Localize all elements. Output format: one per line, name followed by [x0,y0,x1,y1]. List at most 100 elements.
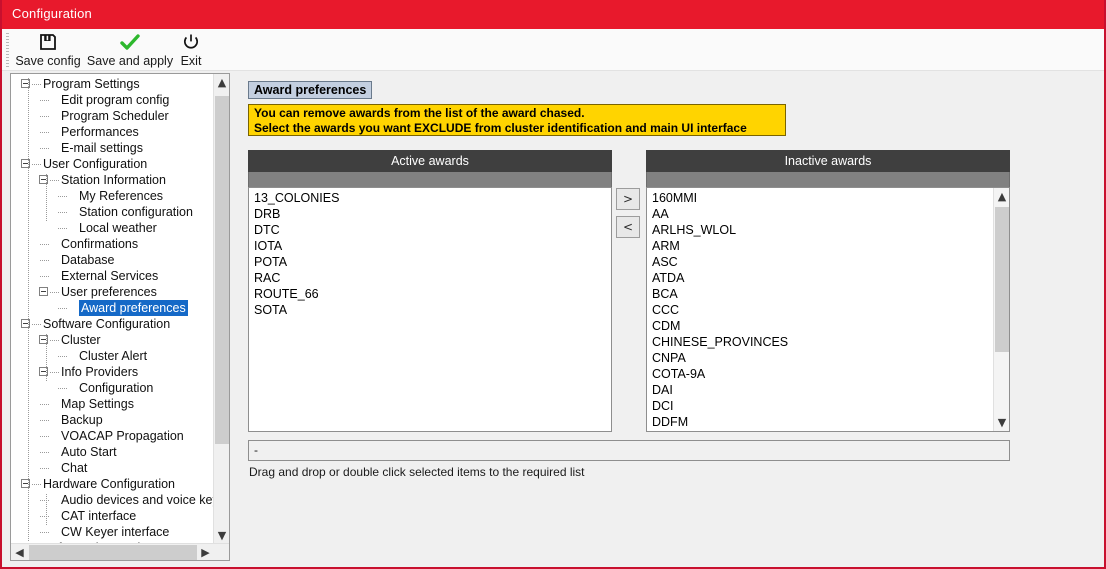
sidebar-item-map-settings[interactable]: Map Settings [15,396,211,412]
tree-connector [40,452,49,453]
inactive-awards-subbar [646,172,1010,187]
save-and-apply-button[interactable]: Save and apply [86,30,174,70]
sidebar-horizontal-scrollbar[interactable]: ◀ ▶ [11,543,229,560]
sidebar-item-cluster[interactable]: Cluster [15,332,211,348]
scroll-up-icon[interactable]: ▲ [214,74,229,91]
scroll-down-icon[interactable]: ▼ [214,527,229,544]
active-awards-subbar [248,172,612,187]
inactive-award-item[interactable]: AA [647,206,1009,222]
sidebar-item-software-configuration[interactable]: Software Configuration [15,316,211,332]
inactive-award-item[interactable]: DIA [647,430,1009,431]
sidebar-item-voacap-propagation[interactable]: VOACAP Propagation [15,428,211,444]
tree-connector [32,84,41,85]
inactive-award-item[interactable]: ASC [647,254,1009,270]
inactive-award-item[interactable]: COTA-9A [647,366,1009,382]
sidebar-item-hardware-configuration[interactable]: Hardware Configuration [15,476,211,492]
inactive-award-item[interactable]: DCI [647,398,1009,414]
tree-guide-line [46,494,47,526]
collapse-expander-icon[interactable] [39,287,48,296]
active-award-item[interactable]: DRB [249,206,611,222]
sidebar-item-cluster-alert[interactable]: Cluster Alert [15,348,211,364]
sidebar-hscroll-thumb[interactable] [29,545,197,560]
tree-guide-line [46,174,47,222]
sidebar-item-database[interactable]: Database [15,252,211,268]
sidebar-item-confirmations[interactable]: Confirmations [15,236,211,252]
sidebar-item-program-settings[interactable]: Program Settings [15,76,211,92]
toolbar: Save config Save and apply Exit [2,29,1104,71]
inactive-award-item[interactable]: ARM [647,238,1009,254]
sidebar-vscroll-thumb[interactable] [215,96,229,444]
scroll-up-icon[interactable]: ▲ [994,188,1009,205]
sidebar-item-external-services[interactable]: External Services [15,268,211,284]
sidebar-item-performances[interactable]: Performances [15,124,211,140]
sidebar-item-label: Program Settings [43,77,140,91]
sidebar-item-chat[interactable]: Chat [15,460,211,476]
tree-connector [40,404,49,405]
sidebar-item-label: Local weather [79,221,157,235]
inactive-award-item[interactable]: CNPA [647,350,1009,366]
inactive-award-item[interactable]: ARLHS_WLOL [647,222,1009,238]
move-right-button[interactable]: > [616,188,640,210]
scroll-left-icon[interactable]: ◀ [11,544,28,560]
sidebar-item-label: Backup [61,413,103,427]
sidebar-item-label: Cluster [61,333,101,347]
sidebar-item-configuration[interactable]: Configuration [15,380,211,396]
sidebar-item-my-references[interactable]: My References [15,188,211,204]
main-panel: Award preferences You can remove awards … [246,73,1102,563]
sidebar-item-station-configuration[interactable]: Station configuration [15,204,211,220]
sidebar-item-award-preferences[interactable]: Award preferences [15,300,211,316]
sidebar-item-user-configuration[interactable]: User Configuration [15,156,211,172]
inactive-award-item[interactable]: CCC [647,302,1009,318]
active-award-item[interactable]: SOTA [249,302,611,318]
active-award-item[interactable]: IOTA [249,238,611,254]
active-award-item[interactable]: RAC [249,270,611,286]
scroll-right-icon[interactable]: ▶ [197,544,214,560]
sidebar-item-label: User preferences [61,285,157,299]
sidebar-item-info-providers[interactable]: Info Providers [15,364,211,380]
sidebar-item-cat-interface[interactable]: CAT interface [15,508,211,524]
inactive-award-item[interactable]: 160MMI [647,190,1009,206]
sidebar-item-program-scheduler[interactable]: Program Scheduler [15,108,211,124]
tree-connector [40,100,49,101]
sidebar-item-label: User Configuration [43,157,148,171]
inactive-list-scroll-thumb[interactable] [995,207,1009,352]
tree-connector [58,356,67,357]
inactive-award-item[interactable]: DDFM [647,414,1009,430]
navigation-tree[interactable]: Program Settings Edit program config Progr… [10,73,230,561]
sidebar-item-e-mail-settings[interactable]: E-mail settings [15,140,211,156]
active-award-item[interactable]: POTA [249,254,611,270]
sidebar-item-cw-keyer-interface[interactable]: CW Keyer interface [15,524,211,540]
active-award-item[interactable]: DTC [249,222,611,238]
sidebar-item-auto-start[interactable]: Auto Start [15,444,211,460]
scroll-down-icon[interactable]: ▼ [994,414,1009,431]
notice-banner: You can remove awards from the list of t… [248,104,786,136]
sidebar-vertical-scrollbar[interactable]: ▲ ▼ [213,74,229,544]
green-check-icon [120,32,140,52]
inactive-award-item[interactable]: ATDA [647,270,1009,286]
active-award-item[interactable]: 13_COLONIES [249,190,611,206]
sidebar-item-label: VOACAP Propagation [61,429,184,443]
active-award-item[interactable]: ROUTE_66 [249,286,611,302]
tree-guide-line [28,78,29,542]
tree-connector [50,292,59,293]
inactive-award-item[interactable]: BCA [647,286,1009,302]
inactive-award-item[interactable]: CHINESE_PROVINCES [647,334,1009,350]
inactive-list-scrollbar[interactable]: ▲ ▼ [993,188,1009,431]
sidebar-item-station-information[interactable]: Station Information [15,172,211,188]
window-title: Configuration [12,6,92,21]
sidebar-item-user-preferences[interactable]: User preferences [15,284,211,300]
selection-field[interactable]: - [248,440,1010,461]
move-left-button[interactable]: < [616,216,640,238]
inactive-award-item[interactable]: DAI [647,382,1009,398]
save-config-button[interactable]: Save config [12,30,84,70]
inactive-award-item[interactable]: CDM [647,318,1009,334]
inactive-awards-list[interactable]: 160MMI AA ARLHS_WLOL ARM ASC ATDA BCA CCC CDM CHI… [646,187,1010,432]
sidebar-item-edit-program-config[interactable]: Edit program config [15,92,211,108]
sidebar-item-local-weather[interactable]: Local weather [15,220,211,236]
sidebar-item-backup[interactable]: Backup [15,412,211,428]
tree-node-list: Program Settings Edit program config Progr… [11,76,226,556]
tree-connector [40,148,49,149]
exit-button[interactable]: Exit [174,30,208,70]
active-awards-list[interactable]: 13_COLONIES DRB DTC IOTA POTA RAC ROUTE_66 SOTA [248,187,612,432]
sidebar-item-audio-devices-and-voice-keye[interactable]: Audio devices and voice keye [15,492,226,508]
